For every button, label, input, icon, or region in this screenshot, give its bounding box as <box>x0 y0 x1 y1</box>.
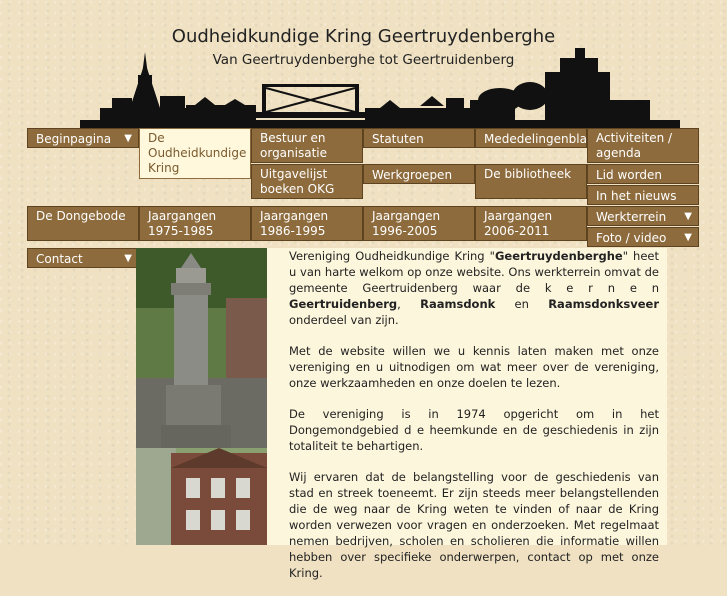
pump-monument-photo <box>136 248 267 448</box>
nav-statuten-label: Statuten <box>372 132 424 146</box>
nav-contact-label: Contact <box>36 252 83 266</box>
intro-p1-e: onderdeel van zijn. <box>289 313 399 327</box>
nav-jaargangen-1986[interactable]: Jaargangen 1986-1995 <box>251 206 363 241</box>
nav-de-oudheidkundige-kring-label: De Oudheidkundige Kring <box>148 131 247 175</box>
site-header: Oudheidkundige Kring Geertruydenberghe V… <box>0 0 727 130</box>
chevron-down-icon: ▼ <box>124 133 132 144</box>
nav-werkgroepen-label: Werkgroepen <box>372 168 453 182</box>
nav-jaargangen-1996-label: Jaargangen 1996-2005 <box>372 209 441 238</box>
nav-foto-video[interactable]: Foto / video ▼ <box>587 227 699 247</box>
nav-foto-video-label: Foto / video <box>596 231 667 245</box>
nav-dongebode-label: De Dongebode <box>36 209 126 223</box>
intro-paragraph-4: Wij ervaren dat de belangstelling voor d… <box>289 470 659 580</box>
historic-building-photo <box>136 448 267 545</box>
nav-uitgavelijst-label: Uitgavelijst boeken OKG <box>260 167 335 196</box>
nav-bibliotheek[interactable]: De bibliotheek <box>475 164 587 199</box>
nav-jaargangen-1975[interactable]: Jaargangen 1975-1985 <box>139 206 251 241</box>
nav-jaargangen-2006[interactable]: Jaargangen 2006-2011 <box>475 206 587 241</box>
nav-bestuur-label: Bestuur en organisatie <box>260 131 328 160</box>
nav-mededelingen[interactable]: Mededelingenblad <box>475 128 587 148</box>
chevron-down-icon: ▼ <box>124 253 132 264</box>
nav-in-het-nieuws-label: In het nieuws <box>596 189 677 203</box>
nav-jaargangen-1975-label: Jaargangen 1975-1985 <box>148 209 217 238</box>
nav-werkterrein-label: Werkterrein <box>596 210 667 224</box>
nav-bestuur[interactable]: Bestuur en organisatie <box>251 128 363 163</box>
nav-jaargangen-1996[interactable]: Jaargangen 1996-2005 <box>363 206 475 241</box>
intro-p1-a: Vereniging Oudheidkundige Kring " <box>289 249 495 263</box>
nav-beginpagina[interactable]: Beginpagina ▼ <box>27 128 139 148</box>
site-subtitle: Van Geertruydenberghe tot Geertruidenber… <box>212 52 515 68</box>
intro-p1-c: , <box>397 297 421 311</box>
nav-de-oudheidkundige-kring[interactable]: De Oudheidkundige Kring <box>139 128 251 179</box>
nav-mededelingen-label: Mededelingenblad <box>484 132 587 146</box>
nav-uitgavelijst[interactable]: Uitgavelijst boeken OKG <box>251 164 363 199</box>
intro-paragraph-1: Vereniging Oudheidkundige Kring "Geertru… <box>289 248 659 328</box>
chevron-down-icon: ▼ <box>684 211 692 222</box>
nav-contact[interactable]: Contact ▼ <box>27 248 139 268</box>
nav-lid-worden-label: Lid worden <box>596 168 662 182</box>
intro-paragraph-2: Met de website willen we u kennis laten … <box>289 344 659 390</box>
nav-activiteiten-label: Activiteiten / agenda <box>596 131 673 160</box>
nav-dongebode[interactable]: De Dongebode <box>27 206 139 241</box>
nav-in-het-nieuws[interactable]: In het nieuws <box>587 185 699 205</box>
nav-activiteiten[interactable]: Activiteiten / agenda <box>587 128 699 163</box>
chevron-down-icon: ▼ <box>684 232 692 243</box>
site-title: Oudheidkundige Kring Geertruydenberghe <box>171 26 556 47</box>
nav-werkgroepen[interactable]: Werkgroepen <box>363 164 475 184</box>
nav-werkterrein[interactable]: Werkterrein ▼ <box>587 206 699 226</box>
nav-jaargangen-1986-label: Jaargangen 1986-1995 <box>260 209 329 238</box>
kern-raamsdonk: Raamsdonk <box>420 297 496 311</box>
nav-beginpagina-label: Beginpagina <box>36 132 112 146</box>
kern-raamsdonksveer: Raamsdonksveer <box>548 297 659 311</box>
nav-lid-worden[interactable]: Lid worden <box>587 164 699 184</box>
nav-jaargangen-2006-label: Jaargangen 2006-2011 <box>484 209 553 238</box>
intro-p1-d: en <box>495 297 549 311</box>
kern-geertruidenberg: Geertruidenberg <box>289 297 398 311</box>
nav-statuten[interactable]: Statuten <box>363 128 475 148</box>
nav-bibliotheek-label: De bibliotheek <box>484 167 572 181</box>
intro-text: Vereniging Oudheidkundige Kring "Geertru… <box>289 248 659 596</box>
intro-paragraph-3: De vereniging is in 1974 opgericht om in… <box>289 407 659 453</box>
society-name: Geertruydenberghe <box>494 249 623 263</box>
